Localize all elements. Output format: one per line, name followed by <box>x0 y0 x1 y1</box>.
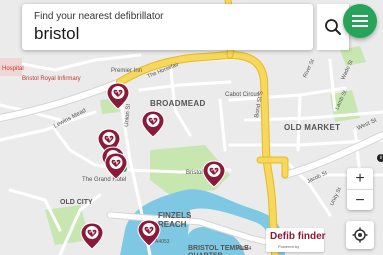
menu-button[interactable] <box>343 4 377 38</box>
label-hospital: Hospital <box>2 66 24 72</box>
brand-sub: Powered by <box>278 244 300 249</box>
label-the-grand-hotel: The Grand Hotel <box>82 177 126 183</box>
label-bristol-royal-infirmary: Bristol Royal Infirmary <box>22 76 81 82</box>
label-a4044: A4044 <box>237 246 252 252</box>
search-icon <box>325 19 341 35</box>
menu-icon <box>352 15 368 27</box>
search-label: Find your nearest defibrillator <box>34 11 164 22</box>
search-box[interactable]: Find your nearest defibrillator bristol <box>22 4 313 50</box>
label-premier-inn: Premier Inn <box>111 68 142 74</box>
label-old-city: OLD CITY <box>60 199 93 206</box>
label-bristol-partial: Bristol <box>186 170 203 176</box>
label-old-market: OLD MARKET <box>284 123 340 132</box>
brand-name: Defib finder <box>270 231 326 242</box>
zoom-in-button[interactable]: + <box>347 168 373 189</box>
label-broadmead: BROADMEAD <box>150 99 206 108</box>
locate-button[interactable] <box>346 221 374 249</box>
zoom-control: + − <box>347 168 373 210</box>
label-a4053: A4053 <box>155 239 170 245</box>
label-cabot-circus: Cabot Circus <box>225 92 260 98</box>
search-input[interactable]: bristol <box>34 24 79 44</box>
zoom-out-button[interactable]: − <box>347 189 373 211</box>
brand-logo: Defib finder Powered by <box>266 228 326 252</box>
info-icon[interactable]: i <box>377 154 383 162</box>
locate-icon <box>352 227 368 243</box>
